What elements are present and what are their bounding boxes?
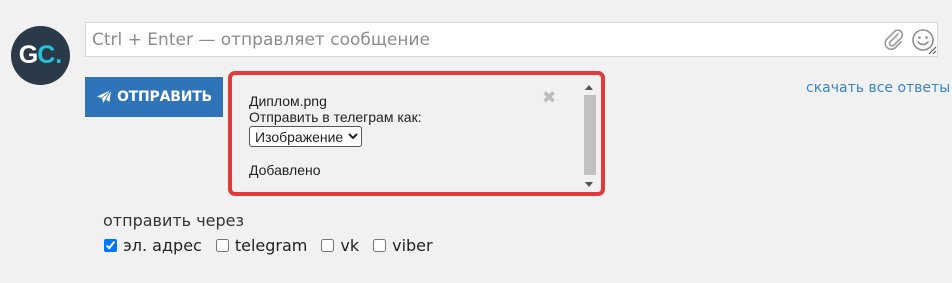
- send-via-label: отправить через: [103, 211, 244, 230]
- paper-plane-icon: [96, 89, 112, 104]
- send-via-options: эл. адрес telegram vk viber: [104, 236, 447, 255]
- channel-telegram[interactable]: telegram: [215, 236, 308, 255]
- channel-viber[interactable]: viber: [373, 236, 433, 255]
- scroll-thumb[interactable]: [584, 95, 596, 175]
- send-as-select[interactable]: Изображение: [249, 126, 362, 147]
- paperclip-icon[interactable]: [884, 29, 904, 51]
- channel-viber-label: viber: [392, 236, 433, 255]
- scroll-down-icon[interactable]: [585, 182, 593, 187]
- channel-vk-checkbox[interactable]: [321, 239, 335, 252]
- attachment-panel: Диплом.png Отправить в телеграм как: Изо…: [228, 71, 605, 196]
- resize-handle-icon[interactable]: [928, 46, 937, 55]
- download-all-answers-link[interactable]: скачать все ответы: [806, 80, 950, 96]
- avatar-dot: .: [55, 41, 63, 69]
- channel-email-label: эл. адрес: [123, 236, 202, 255]
- channel-email[interactable]: эл. адрес: [104, 236, 202, 255]
- send-button-label: ОТПРАВИТЬ: [116, 89, 213, 105]
- attachment-filename: Диплом.png: [249, 93, 327, 109]
- channel-vk[interactable]: vk: [321, 236, 359, 255]
- avatar-letter-g: G: [18, 41, 38, 69]
- send-button[interactable]: ОТПРАВИТЬ: [85, 77, 223, 117]
- avatar: GC.: [11, 26, 70, 85]
- channel-telegram-label: telegram: [234, 236, 308, 255]
- message-input[interactable]: [85, 22, 938, 57]
- send-as-label: Отправить в телеграм как:: [249, 109, 422, 125]
- remove-attachment-icon[interactable]: ✖: [542, 90, 556, 107]
- attachment-status: Добавлено: [249, 162, 321, 178]
- avatar-letter-c: C: [37, 41, 56, 69]
- channel-viber-checkbox[interactable]: [373, 239, 387, 252]
- channel-email-checkbox[interactable]: [104, 239, 117, 252]
- channel-telegram-checkbox[interactable]: [215, 239, 229, 252]
- attachment-scrollbar[interactable]: [582, 83, 597, 190]
- scroll-up-icon[interactable]: [585, 85, 593, 90]
- channel-vk-label: vk: [340, 236, 360, 255]
